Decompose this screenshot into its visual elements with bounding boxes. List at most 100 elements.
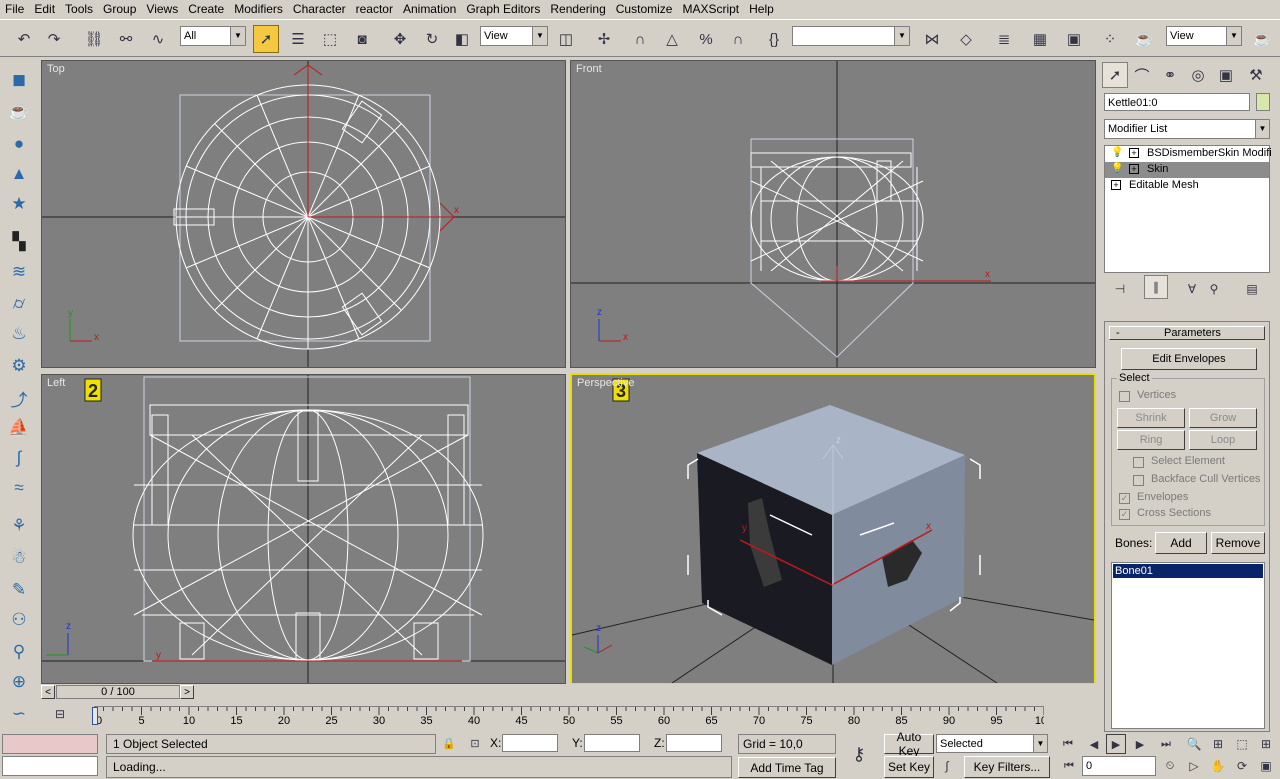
goto-end-icon[interactable]: ⏭ xyxy=(1156,734,1176,754)
key-icon[interactable]: ⚷ xyxy=(844,740,874,768)
camera-icon[interactable]: ⚇ xyxy=(6,607,32,633)
track-bar[interactable]: 0510152025303540455055606570758085909510… xyxy=(92,706,1053,727)
menu-item-reactor[interactable]: reactor xyxy=(351,0,398,19)
grow-button[interactable]: Grow xyxy=(1189,408,1257,428)
set-key-button[interactable]: Set Key xyxy=(884,756,934,778)
cylinder-icon[interactable]: ⌭ xyxy=(6,291,32,317)
previous-frame-icon[interactable]: ◀ xyxy=(1084,734,1104,754)
selection-filter-dropdown[interactable]: All ▼ xyxy=(180,26,246,46)
auto-key-button[interactable]: Auto Key xyxy=(884,730,934,758)
time-configuration-icon[interactable]: ⏲ xyxy=(1160,756,1180,776)
menu-item-file[interactable]: File xyxy=(0,0,29,19)
viewport-top[interactable]: x x y Top xyxy=(41,60,566,368)
viewport-label[interactable]: Front xyxy=(576,63,602,75)
unlink-icon[interactable]: ⚯ xyxy=(114,27,138,51)
bind-space-warp-icon[interactable]: ∿ xyxy=(146,27,170,51)
add-bone-button[interactable]: Add xyxy=(1155,532,1207,554)
zoom-extents-icon[interactable]: ⬚ xyxy=(1232,734,1252,754)
x-coord-field[interactable] xyxy=(502,734,558,752)
lightbulb-icon[interactable]: 💡 xyxy=(1111,147,1123,158)
modifier-list-dropdown[interactable]: Modifier List ▼ xyxy=(1104,119,1270,139)
expand-plus-icon[interactable]: + xyxy=(1129,148,1139,158)
lock-icon[interactable]: 🔒 xyxy=(440,734,458,752)
cone-icon[interactable]: ▲ xyxy=(6,161,32,187)
window-crossing-icon[interactable]: ◙ xyxy=(350,27,374,51)
redo-icon[interactable]: ↷ xyxy=(42,27,66,51)
object-name-field[interactable]: Kettle01:0 xyxy=(1104,93,1250,111)
default-tangents-icon[interactable]: ∫ xyxy=(936,756,958,776)
star-icon[interactable]: ★ xyxy=(6,191,32,217)
object-color-swatch[interactable] xyxy=(1256,93,1270,111)
layer-manager-icon[interactable]: ≣ xyxy=(992,27,1016,51)
sphere-icon[interactable]: ● xyxy=(6,131,32,157)
manipulate-icon[interactable]: ✢ xyxy=(592,27,616,51)
play-icon[interactable]: ▶ xyxy=(1106,734,1126,754)
biped-icon[interactable]: ☃ xyxy=(6,545,32,571)
menu-item-views[interactable]: Views xyxy=(141,0,183,19)
render-scene-icon[interactable]: ☕ xyxy=(1132,27,1156,51)
curve-editor-icon[interactable]: ▦ xyxy=(1028,27,1052,51)
next-frame-icon[interactable]: ▶ xyxy=(1130,734,1150,754)
time-slider-prev[interactable]: < xyxy=(41,685,55,699)
menu-item-edit[interactable]: Edit xyxy=(29,0,60,19)
field-of-view-icon[interactable]: ▷ xyxy=(1184,756,1204,776)
display-tab-icon[interactable]: ▣ xyxy=(1214,63,1238,87)
menu-item-tools[interactable]: Tools xyxy=(60,0,98,19)
absolute-mode-icon[interactable]: ⊡ xyxy=(466,734,484,752)
select-and-link-icon[interactable]: ⛓ xyxy=(82,27,106,51)
stack-item-editable-mesh[interactable]: + Editable Mesh xyxy=(1105,178,1269,194)
globe-icon[interactable]: ⊕ xyxy=(6,669,32,695)
box-icon[interactable]: ◼ xyxy=(6,67,32,93)
select-rotate-icon[interactable]: ↻ xyxy=(420,27,444,51)
create-tab-icon[interactable]: ➚ xyxy=(1102,62,1128,88)
show-end-result-icon[interactable]: ∥ xyxy=(1144,275,1168,299)
arc-rotate-icon[interactable]: ⟳ xyxy=(1232,756,1252,776)
y-coord-field[interactable] xyxy=(584,734,640,752)
render-view-dropdown[interactable]: View ▼ xyxy=(1166,26,1242,46)
time-slider-next[interactable]: > xyxy=(180,685,194,699)
menu-item-customize[interactable]: Customize xyxy=(611,0,678,19)
rollout-header[interactable]: - Parameters xyxy=(1109,326,1265,340)
menu-item-character[interactable]: Character xyxy=(288,0,351,19)
modify-tab-icon[interactable]: ⌒ xyxy=(1130,63,1154,87)
configure-modifier-sets-icon[interactable]: ▤ xyxy=(1240,277,1264,301)
viewport-label[interactable]: Perspective xyxy=(577,377,634,389)
expand-plus-icon[interactable]: + xyxy=(1111,180,1121,190)
skin-icon[interactable]: ✎ xyxy=(6,577,32,603)
stack-item-skin[interactable]: 💡 + Skin xyxy=(1105,162,1269,178)
utilities-tab-icon[interactable]: ⚒ xyxy=(1244,63,1268,87)
cross-sections-checkbox[interactable]: ✓ xyxy=(1119,509,1130,520)
key-mode-toggle-icon[interactable]: ⏮ xyxy=(1060,756,1078,776)
key-mode-dropdown[interactable]: Selected ▼ xyxy=(936,734,1048,753)
menu-item-create[interactable]: Create xyxy=(183,0,229,19)
viewport-label[interactable]: Left xyxy=(47,377,65,389)
zoom-extents-all-icon[interactable]: ⊞ xyxy=(1256,734,1276,754)
rectangular-selection-icon[interactable]: ⬚ xyxy=(318,27,342,51)
menu-item-group[interactable]: Group xyxy=(98,0,141,19)
zoom-all-icon[interactable]: ⊞ xyxy=(1208,734,1228,754)
align-icon[interactable]: ◇ xyxy=(954,27,978,51)
viewport-left[interactable]: z y 2 Left xyxy=(41,374,566,684)
maximize-viewport-icon[interactable]: ▣ xyxy=(1256,756,1276,776)
bend-icon[interactable]: ⤴ xyxy=(6,385,32,411)
spline-icon[interactable]: ∽ xyxy=(6,701,32,727)
pin-stack-icon[interactable]: ⊣ xyxy=(1108,277,1132,301)
menu-item-rendering[interactable]: Rendering xyxy=(545,0,610,19)
menu-item-modifiers[interactable]: Modifiers xyxy=(229,0,288,19)
teapot-icon[interactable]: ☕ xyxy=(6,99,32,125)
taper-icon[interactable]: ⛵ xyxy=(6,415,32,441)
named-selection-set-dropdown[interactable]: ▼ xyxy=(792,26,910,46)
add-time-tag-button[interactable]: Add Time Tag xyxy=(738,757,836,778)
remove-modifier-icon[interactable]: ⚲ xyxy=(1202,277,1226,301)
stack-icon[interactable]: ≋ xyxy=(6,259,32,285)
ring-button[interactable]: Ring xyxy=(1117,430,1185,450)
expand-plus-icon[interactable]: + xyxy=(1129,164,1139,174)
vertices-checkbox[interactable] xyxy=(1119,391,1130,402)
track-bar-toggle-icon[interactable]: ⊟ xyxy=(48,704,72,724)
goto-start-icon[interactable]: ⏮ xyxy=(1058,734,1078,754)
lightbulb-icon[interactable]: 💡 xyxy=(1111,163,1123,174)
pivot-center-icon[interactable]: ◫ xyxy=(554,27,578,51)
edit-named-selection-icon[interactable]: {} xyxy=(762,27,786,51)
time-cursor[interactable] xyxy=(92,707,98,725)
maxscript-listener-white[interactable] xyxy=(2,756,98,776)
